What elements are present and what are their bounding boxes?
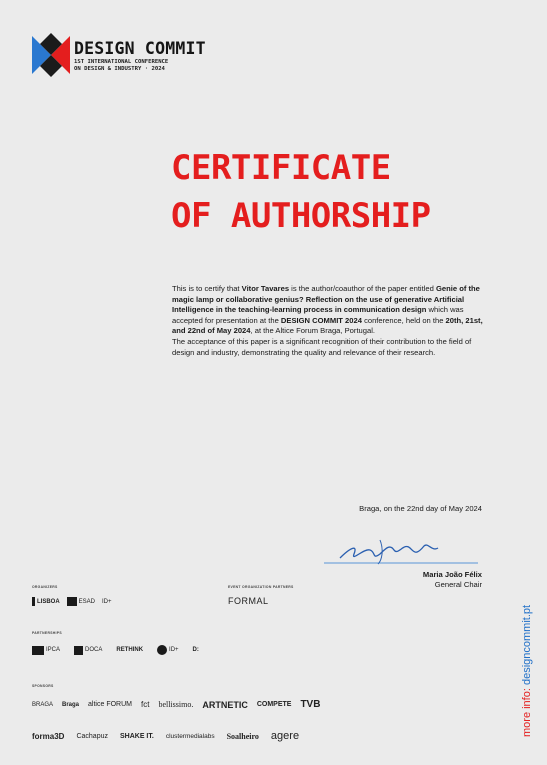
signatory-name: Maria João Félix	[422, 570, 482, 579]
sponsor-logo: BRAGA	[32, 701, 54, 708]
conference-name: DESIGN COMMIT 2024	[280, 315, 362, 325]
more-info-link[interactable]: more info: designcommit.pt	[521, 605, 533, 737]
body-paragraph-2: The acceptance of this paper is a signif…	[172, 336, 472, 357]
sponsor-logo: bellissimo.	[158, 700, 194, 709]
org-logo-id: ID+	[102, 598, 112, 605]
body-paragraph-1: This is to certify that Vitor Tavares is…	[172, 284, 483, 336]
sponsor-logo: altice FORUM	[88, 701, 132, 708]
sponsor-logos-row1: BRAGA Braga altice FORUM fct bellissimo.…	[32, 699, 320, 710]
sponsor-logo: Cachapuz	[76, 732, 108, 740]
certificate-body: This is to certify that Vitor Tavares is…	[172, 284, 490, 358]
sponsor-logo: Soalheiro	[226, 731, 259, 741]
sponsor-logo: forma3D	[32, 731, 65, 741]
org-logo-lisboa: LISBOA	[32, 597, 60, 606]
place-date: Braga, on the 22nd day of May 2024	[359, 504, 482, 513]
organizers-logos: LISBOA ESAD ID+	[32, 597, 112, 606]
certificate-title-line2: OF AUTHORSHIP	[171, 196, 431, 236]
signatory-role: General Chair	[434, 580, 482, 589]
sponsor-logo: COMPETE	[256, 701, 292, 708]
event-partners-label: EVENT ORGANIZATION PARTNERS	[228, 585, 294, 589]
sponsor-logo: SHAKE IT.	[119, 732, 154, 740]
sponsors-label: SPONSORS	[32, 684, 54, 688]
sponsor-logo: fct	[140, 700, 150, 709]
brand-subtitle: 1ST INTERNATIONAL CONFERENCE ON DESIGN &…	[74, 59, 169, 72]
partner-logo-d: D:	[192, 647, 199, 653]
sponsor-logos-row2: forma3D Cachapuz SHAKE IT. clustermedial…	[32, 730, 299, 742]
partner-logo-id: ID+	[157, 645, 179, 655]
partner-logo-doca: DOCA	[74, 645, 102, 655]
brand-name: DESIGN COMMIT	[74, 39, 206, 58]
author-name: Vitor Tavares	[241, 284, 290, 293]
partner-logo-rethink: RETHINK	[116, 647, 144, 653]
sponsor-logo: ARTNETIC	[202, 699, 248, 710]
event-partner-logo: FORMAL	[228, 596, 269, 606]
sponsor-logo: TVB	[300, 699, 321, 710]
sponsor-logo: Braga	[62, 701, 80, 708]
signature-icon	[324, 539, 478, 565]
partnership-logos: IPCA DOCA RETHINK ID+ D:	[32, 645, 199, 655]
certificate-page: DESIGN COMMIT 1ST INTERNATIONAL CONFEREN…	[0, 0, 547, 765]
certificate-title-line1: CERTIFICATE	[171, 148, 391, 188]
organizers-label: ORGANIZERS	[32, 585, 58, 589]
partner-logo-ipca: IPCA	[32, 645, 60, 655]
sponsor-logo: agere	[270, 730, 300, 742]
org-logo-esad: ESAD	[66, 597, 95, 606]
design-commit-logo-icon	[32, 33, 70, 77]
partnerships-label: PARTNERSHIPS	[32, 631, 62, 635]
sponsor-logo: clustermedialabs	[165, 732, 215, 740]
